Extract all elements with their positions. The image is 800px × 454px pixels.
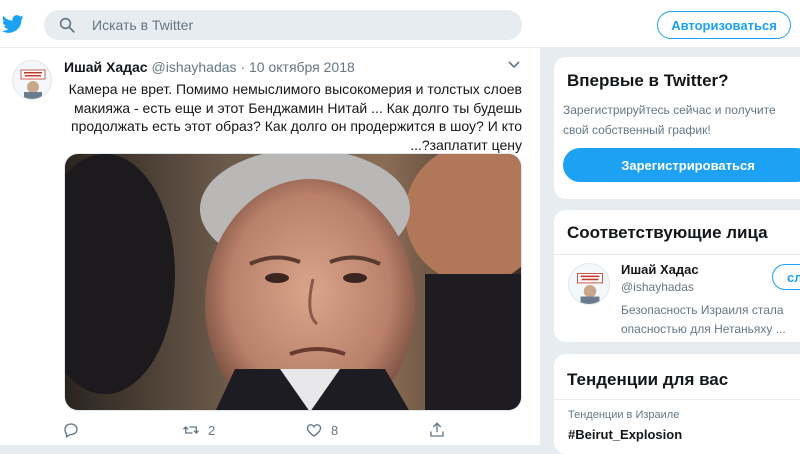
tweet-text-line: макияжа - есть еще и этот Бенджамин Нита… (74, 99, 522, 116)
person-handle[interactable]: @ishayhadas (621, 280, 694, 294)
tweet-header: Ишай Хадас @ishayhadas · 10 октября 2018 (64, 59, 355, 75)
heart-icon (306, 424, 322, 437)
share-icon (430, 422, 444, 437)
person-bio: Безопасность Израиля стала опасностью дл… (621, 303, 786, 336)
divider (554, 399, 800, 400)
trends-title: Тенденции для вас (567, 370, 729, 389)
chevron-down-icon[interactable] (507, 58, 521, 72)
login-button[interactable]: Авторизоваться (657, 11, 791, 39)
tweet-separator: · (240, 59, 246, 75)
signup-card-title: Впервые в Twitter? (567, 71, 729, 90)
tweet-text-line: Камера не врет. Помимо немыслимого высок… (68, 81, 522, 97)
like-count: 8 (331, 422, 339, 438)
tweet-text-line: ...?заплатит цену (410, 137, 522, 154)
tweet-actions: 2 8 (62, 421, 522, 441)
like-button[interactable]: 8 (305, 421, 338, 439)
tweet-photo[interactable] (64, 153, 522, 411)
reply-icon (64, 423, 78, 438)
tweet-text-line: продолжать есть этот образ? Как долго он… (71, 118, 522, 135)
trends-card: Тенденции для вас Тенденции в Израиле #B… (554, 354, 800, 454)
avatar-image (20, 69, 46, 99)
avatar-image (576, 273, 604, 304)
tweet-photo-image (65, 154, 521, 410)
follow-button[interactable]: сл (772, 264, 800, 290)
related-people-card: Соответствующие лица Ишай Хадас @ishayha… (554, 210, 800, 342)
retweet-button[interactable]: 2 (182, 421, 215, 439)
tweet-author-name[interactable]: Ишай Хадас (64, 59, 148, 75)
trend-hashtag[interactable]: #Beirut_Explosion (568, 427, 682, 442)
retweet-count: 2 (208, 422, 216, 438)
tweet-text: Камера не врет. Помимо немыслимого высок… (64, 80, 522, 155)
avatar[interactable] (568, 263, 610, 305)
signup-button[interactable]: Зарегистрироваться (563, 148, 800, 182)
person-name[interactable]: Ишай Хадас (621, 262, 699, 277)
retweet-icon (183, 426, 199, 434)
tweet-date[interactable]: 10 октября 2018 (249, 59, 355, 75)
avatar[interactable] (12, 60, 52, 100)
share-button[interactable] (428, 421, 446, 439)
trend-meta: Тенденции в Израиле (568, 409, 680, 421)
search-icon (59, 17, 75, 33)
search-bar[interactable] (44, 10, 522, 40)
tweet-author-handle[interactable]: @ishayhadas (152, 59, 237, 75)
signup-card: Впервые в Twitter? Зарегистрируйтесь сей… (554, 57, 800, 199)
reply-button[interactable] (62, 421, 80, 439)
signup-card-subtitle: Зарегистрируйтесь сейчас и получите свой… (563, 103, 776, 137)
search-input[interactable] (92, 10, 492, 40)
divider (554, 254, 800, 255)
twitter-logo-icon[interactable] (2, 13, 24, 35)
related-people-title: Соответствующие лица (567, 223, 768, 242)
top-bar: Авторизоваться (0, 0, 800, 48)
